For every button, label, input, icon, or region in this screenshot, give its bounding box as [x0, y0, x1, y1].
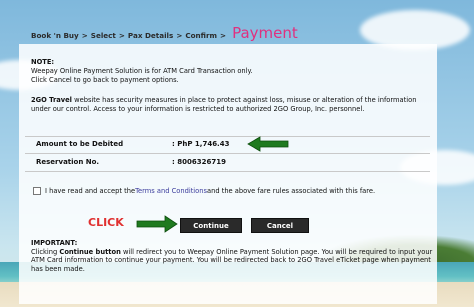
note-line-2: Click Cancel to go back to payment optio…	[31, 76, 179, 84]
amount-value: : PhP 1,746.43	[172, 140, 230, 148]
breadcrumb-separator: >	[220, 31, 227, 40]
amount-label: Amount to be Debited	[36, 140, 124, 148]
breadcrumb-separator: >	[118, 31, 125, 40]
row-divider	[25, 136, 430, 137]
breadcrumb-separator: >	[81, 31, 88, 40]
breadcrumb: Book 'n Buy > Select > Pax Details > Con…	[31, 24, 298, 42]
important-text: Clicking Continue button will redirect y…	[31, 248, 441, 274]
cancel-button[interactable]: Cancel	[251, 218, 309, 233]
breadcrumb-step-select: Select	[90, 31, 116, 40]
row-divider	[25, 171, 430, 172]
security-notice: 2GO Travel website has security measures…	[31, 96, 436, 114]
important-pre: Clicking	[31, 247, 60, 256]
row-divider	[25, 153, 430, 154]
terms-row: I have read and accept the Terms and Con…	[33, 187, 375, 195]
security-text: website has security measures in place t…	[31, 96, 417, 113]
important-bold: Continue button	[59, 247, 121, 256]
breadcrumb-step-confirm: Confirm	[185, 31, 218, 40]
continue-button[interactable]: Continue	[180, 218, 242, 233]
green-arrow-icon	[136, 215, 178, 233]
reservation-label: Reservation No.	[36, 158, 100, 166]
important-block: IMPORTANT: Clicking Continue button will…	[31, 239, 441, 273]
note-block: NOTE: Weepay Online Payment Solution is …	[31, 58, 431, 85]
breadcrumb-step-book: Book 'n Buy	[31, 31, 79, 40]
terms-prefix: I have read and accept the	[45, 187, 136, 195]
green-arrow-icon	[247, 136, 289, 152]
reservation-value: : 8006326719	[172, 158, 226, 166]
security-brand: 2GO Travel	[31, 96, 72, 104]
terms-suffix: and the above fare rules associated with…	[206, 187, 376, 195]
terms-checkbox[interactable]	[33, 187, 41, 195]
important-heading: IMPORTANT:	[31, 239, 78, 247]
breadcrumb-current-payment: Payment	[232, 24, 298, 42]
note-line-1: Weepay Online Payment Solution is for AT…	[31, 67, 253, 75]
click-callout: CLICK	[88, 216, 124, 229]
breadcrumb-separator: >	[176, 31, 183, 40]
breadcrumb-step-pax-details: Pax Details	[127, 31, 174, 40]
note-heading: NOTE:	[31, 58, 55, 66]
terms-link[interactable]: Terms and Conditions	[135, 187, 207, 195]
